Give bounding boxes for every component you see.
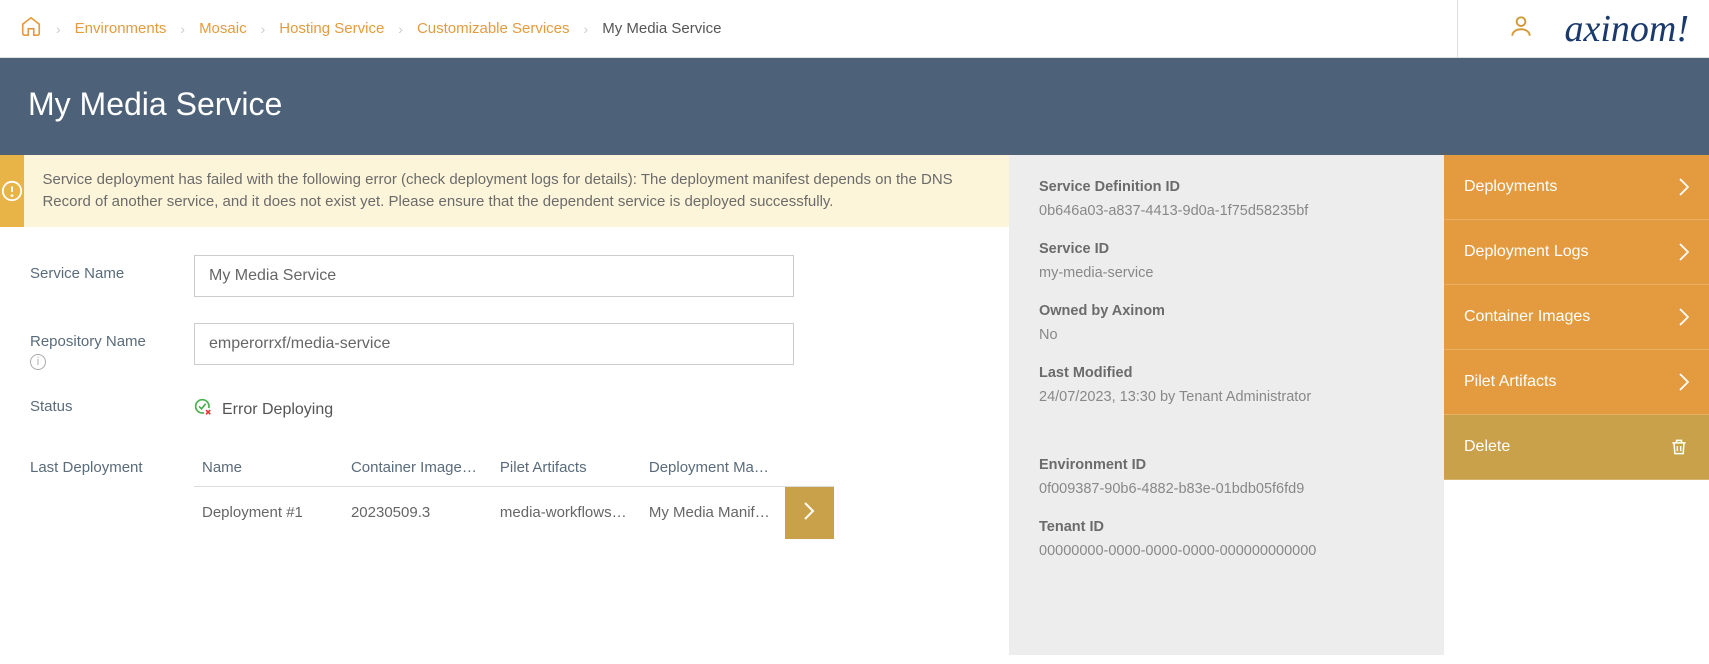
meta-label: Owned by Axinom: [1039, 303, 1414, 319]
header-right: axinom!: [1457, 0, 1689, 58]
breadcrumb-link[interactable]: Environments: [75, 20, 167, 37]
alert-text: Service deployment has failed with the f…: [24, 155, 1009, 227]
last-deployment-label: Last Deployment: [30, 449, 194, 476]
chevron-right-icon: [1679, 308, 1689, 326]
alert-icon: [0, 155, 24, 227]
meta-label: Service ID: [1039, 241, 1414, 257]
chevron-right-icon: ›: [261, 21, 266, 37]
top-bar: › Environments › Mosaic › Hosting Servic…: [0, 0, 1709, 58]
action-label: Deployments: [1464, 178, 1557, 196]
cell-manifest: My Media Manifest…: [641, 486, 785, 539]
left-column: Service deployment has failed with the f…: [0, 155, 1009, 655]
status-value: Error Deploying: [194, 396, 333, 423]
meta-value: 00000000-0000-0000-0000-000000000000: [1039, 543, 1414, 559]
meta-value: 0b646a03-a837-4413-9d0a-1f75d58235bf: [1039, 203, 1414, 219]
divider: [1457, 0, 1458, 58]
row-action-button[interactable]: [785, 486, 834, 539]
form: Service Name Repository Name i Status Er…: [0, 227, 1009, 593]
repository-name-label: Repository Name: [30, 333, 146, 350]
action-container-images[interactable]: Container Images: [1444, 285, 1709, 350]
actions-panel: Deployments Deployment Logs Container Im…: [1444, 155, 1709, 655]
deployment-table: Name Container Image… Pilet Artifacts De…: [194, 449, 834, 539]
breadcrumb-link[interactable]: Customizable Services: [417, 20, 570, 37]
meta-value: 0f009387-90b6-4882-b83e-01bdb05f6fd9: [1039, 481, 1414, 497]
chevron-right-icon: ›: [180, 21, 185, 37]
cell-image: 20230509.3: [343, 486, 492, 539]
chevron-right-icon: ›: [584, 21, 589, 37]
table-row[interactable]: Deployment #1 20230509.3 media-workflows…: [194, 486, 834, 539]
meta-value: No: [1039, 327, 1414, 343]
chevron-right-icon: [1679, 178, 1689, 196]
service-name-label: Service Name: [30, 255, 194, 282]
user-icon[interactable]: [1508, 13, 1534, 44]
action-delete[interactable]: Delete: [1444, 415, 1709, 480]
page-header: My Media Service: [0, 58, 1709, 155]
info-icon[interactable]: i: [30, 354, 46, 370]
breadcrumb-link[interactable]: Hosting Service: [279, 20, 384, 37]
chevron-right-icon: ›: [56, 21, 61, 37]
alert-banner: Service deployment has failed with the f…: [0, 155, 1009, 227]
cell-pilet: media-workflows@…: [492, 486, 641, 539]
action-label: Delete: [1464, 438, 1510, 456]
page-title: My Media Service: [28, 86, 1681, 123]
col-image[interactable]: Container Image…: [343, 449, 492, 487]
trash-icon: [1669, 436, 1689, 458]
breadcrumb-current: My Media Service: [602, 20, 721, 37]
action-label: Pilet Artifacts: [1464, 373, 1556, 391]
main-layout: Service deployment has failed with the f…: [0, 155, 1709, 655]
col-name[interactable]: Name: [194, 449, 343, 487]
action-deployment-logs[interactable]: Deployment Logs: [1444, 220, 1709, 285]
action-label: Container Images: [1464, 308, 1590, 326]
chevron-right-icon: [1679, 373, 1689, 391]
status-text: Error Deploying: [222, 401, 333, 419]
breadcrumb-link[interactable]: Mosaic: [199, 20, 247, 37]
logo: axinom!: [1564, 7, 1689, 51]
meta-label: Tenant ID: [1039, 519, 1414, 535]
repository-name-input[interactable]: [194, 323, 794, 365]
meta-panel: Service Definition ID 0b646a03-a837-4413…: [1009, 155, 1444, 655]
status-error-icon: [194, 398, 214, 423]
cell-name: Deployment #1: [194, 486, 343, 539]
breadcrumb: › Environments › Mosaic › Hosting Servic…: [20, 15, 721, 43]
home-icon[interactable]: [20, 15, 42, 43]
meta-label: Last Modified: [1039, 365, 1414, 381]
col-pilet[interactable]: Pilet Artifacts: [492, 449, 641, 487]
meta-value: my-media-service: [1039, 265, 1414, 281]
action-label: Deployment Logs: [1464, 243, 1589, 261]
action-deployments[interactable]: Deployments: [1444, 155, 1709, 220]
action-pilet-artifacts[interactable]: Pilet Artifacts: [1444, 350, 1709, 415]
col-manifest[interactable]: Deployment Ma…: [641, 449, 785, 487]
meta-value: 24/07/2023, 13:30 by Tenant Administrato…: [1039, 389, 1414, 405]
meta-label: Environment ID: [1039, 457, 1414, 473]
service-name-input[interactable]: [194, 255, 794, 297]
meta-label: Service Definition ID: [1039, 179, 1414, 195]
status-label: Status: [30, 396, 194, 415]
chevron-right-icon: [1679, 243, 1689, 261]
chevron-right-icon: ›: [398, 21, 403, 37]
